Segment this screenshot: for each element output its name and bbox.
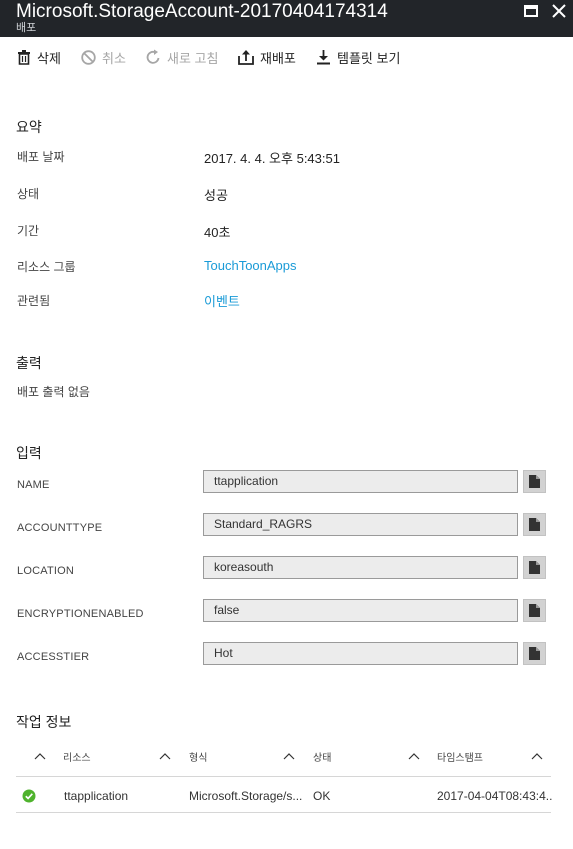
summary-heading: 요약 [16,119,42,135]
cancel-icon [81,49,96,65]
delete-label: 삭제 [37,50,61,66]
sort-chevron-up-icon [34,753,46,760]
close-icon [552,4,566,18]
copy-icon [529,561,540,574]
blade-subtitle: 배포 [16,22,37,34]
param-name-value[interactable]: ttapplication [203,470,518,493]
refresh-button[interactable]: 새로 고침 [146,47,218,67]
related-label: 관련됨 [17,294,51,308]
view-template-label: 템플릿 보기 [337,50,401,66]
resource-group-link[interactable]: TouchToonApps [204,258,297,273]
duration-value: 40초 [204,225,231,240]
redeploy-label: 재배포 [260,50,296,66]
copy-icon [529,518,540,531]
table-header-divider [16,776,551,777]
maximize-button[interactable] [520,2,542,22]
column-header-timestamp[interactable]: 타임스탬프 [437,749,483,764]
maximize-icon [524,5,538,17]
status-label: 상태 [17,187,40,201]
deployment-date-label: 배포 날짜 [17,150,65,164]
param-encryptionenabled-label: ENCRYPTIONENABLED [17,608,144,620]
status-value: 성공 [204,188,228,203]
blade-title: Microsoft.StorageAccount-20170404174314 [16,1,388,22]
sort-chevron-up-icon [159,753,171,760]
events-link[interactable]: 이벤트 [204,291,240,310]
row-status: OK [313,789,331,803]
copy-icon [529,475,540,488]
sort-chevron-up-icon [283,753,295,760]
cancel-button[interactable]: 취소 [81,47,126,67]
refresh-icon [146,49,160,64]
view-template-button[interactable]: 템플릿 보기 [316,47,400,67]
outputs-heading: 출력 [16,355,42,371]
copy-icon [529,604,540,617]
param-location-label: LOCATION [17,565,75,577]
param-accounttype-value[interactable]: Standard_RAGRS [203,513,518,536]
param-encryptionenabled-value[interactable]: false [203,599,518,622]
sort-type-button[interactable] [283,749,295,760]
copy-location-button[interactable] [523,556,546,579]
copy-encryptionenabled-button[interactable] [523,599,546,622]
param-name-label: NAME [17,479,50,491]
redeploy-button[interactable]: 재배포 [238,47,296,67]
copy-icon [529,647,540,660]
table-row-divider [16,812,551,813]
copy-name-button[interactable] [523,470,546,493]
row-resource: ttapplication [64,789,129,803]
delete-button[interactable]: 삭제 [17,47,61,67]
param-accesstier-label: ACCESSTIER [17,651,90,663]
sort-status-icon-button[interactable] [34,749,46,760]
sort-chevron-up-icon [408,753,420,760]
row-timestamp: 2017-04-04T08:43:4... [437,789,553,803]
column-header-type[interactable]: 형식 [189,749,207,764]
close-button[interactable] [548,2,570,22]
copy-accounttype-button[interactable] [523,513,546,536]
no-outputs-text: 배포 출력 없음 [17,385,90,399]
resource-group-label: 리소스 그룹 [17,260,76,274]
download-icon [317,50,330,65]
refresh-label: 새로 고침 [167,50,219,66]
redeploy-icon [238,50,254,65]
trash-icon [18,49,30,65]
param-location-value[interactable]: koreasouth [203,556,518,579]
column-header-status[interactable]: 상태 [313,749,331,764]
blade-title-bar: Microsoft.StorageAccount-20170404174314 … [0,0,573,37]
param-accounttype-label: ACCOUNTTYPE [17,522,103,534]
sort-resource-button[interactable] [159,749,171,760]
sort-chevron-up-icon [531,753,543,760]
command-bar: 삭제 취소 새로 고침 재배포 템플릿 보기 [0,37,573,77]
param-accesstier-value[interactable]: Hot [203,642,518,665]
cancel-label: 취소 [102,50,126,66]
inputs-heading: 입력 [16,445,42,461]
sort-state-button[interactable] [408,749,420,760]
deployment-date-value: 2017. 4. 4. 오후 5:43:51 [204,151,340,166]
sort-timestamp-button[interactable] [531,749,543,760]
copy-accesstier-button[interactable] [523,642,546,665]
operations-heading: 작업 정보 [16,714,72,730]
success-check-icon [22,789,36,803]
column-header-resource[interactable]: 리소스 [63,749,91,764]
row-type: Microsoft.Storage/s... [189,789,303,803]
duration-label: 기간 [17,224,40,238]
